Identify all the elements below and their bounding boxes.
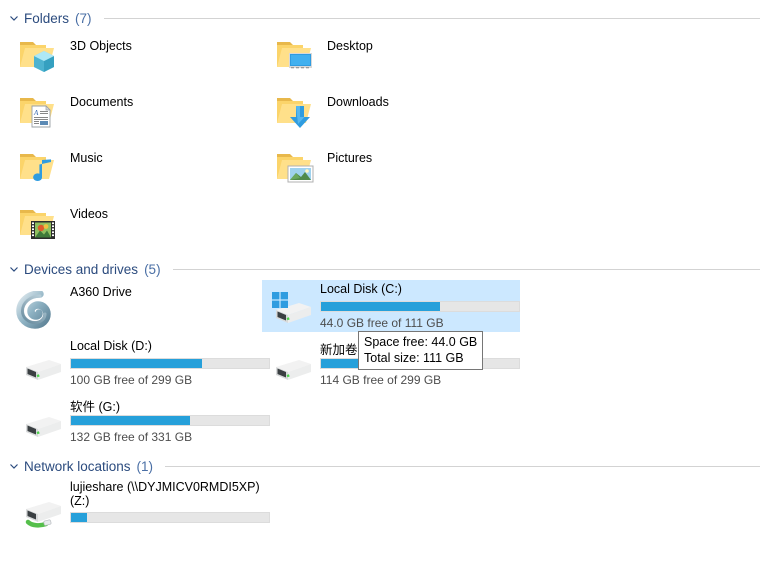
- folder-item-videos[interactable]: Videos: [18, 202, 268, 252]
- network-drive-name: lujieshare (\\DYJMICV0RMDI5XP) (Z:): [70, 480, 260, 508]
- section-title-network: Network locations: [24, 458, 131, 474]
- section-divider-folders: [103, 17, 760, 19]
- folder-videos-icon: [20, 210, 55, 239]
- folder-label: Music: [70, 151, 103, 165]
- folder-label: Desktop: [327, 39, 373, 53]
- network-drive-capacity-bar: [70, 512, 270, 523]
- folder-label: Documents: [70, 95, 134, 109]
- drive-tooltip: Space free: 44.0 GB Total size: 111 GB: [358, 331, 484, 370]
- drive-item-local-disk-d[interactable]: Local Disk (D:) 100 GB free of 299 GB: [12, 337, 270, 389]
- drive-capacity-bar: [320, 301, 520, 312]
- windows-drive-icon: [272, 292, 311, 323]
- section-count-network: (1): [136, 458, 154, 474]
- folder-desktop-icon: [277, 42, 312, 69]
- section-header-network[interactable]: Network locations (1): [8, 456, 760, 476]
- chevron-down-icon[interactable]: [8, 12, 20, 24]
- drive-capacity-fill: [71, 416, 190, 425]
- section-header-devices[interactable]: Devices and drives (5): [8, 259, 760, 279]
- chevron-down-icon[interactable]: [8, 460, 20, 472]
- drive-item-a360[interactable]: A360 Drive: [12, 283, 270, 335]
- section-count-devices: (5): [144, 261, 161, 277]
- section-divider-devices: [172, 268, 760, 270]
- folder-label: Downloads: [327, 95, 389, 109]
- drive-capacity-fill: [321, 302, 440, 311]
- network-drive-item-lujieshare[interactable]: lujieshare (\\DYJMICV0RMDI5XP) (Z:): [12, 480, 282, 537]
- folder-music-icon: [20, 154, 54, 181]
- drive-name: 软件 (G:): [70, 400, 120, 414]
- folder-item-pictures[interactable]: Pictures: [275, 146, 525, 196]
- folder-item-documents[interactable]: A Documents: [18, 90, 268, 140]
- svg-text:A: A: [33, 109, 39, 117]
- drive-capacity-bar: [70, 415, 270, 426]
- drive-capacity-bar: [70, 358, 270, 369]
- folder-downloads-icon: [277, 98, 311, 128]
- folder-3d-objects-icon: [20, 42, 54, 72]
- folder-label: Pictures: [327, 151, 373, 165]
- hard-drive-icon: [276, 360, 311, 380]
- section-title-folders: Folders: [24, 10, 70, 26]
- drive-capacity-text: 114 GB free of 299 GB: [320, 373, 442, 387]
- folder-documents-icon: A: [20, 98, 54, 128]
- folder-item-3d-objects[interactable]: 3D Objects: [18, 34, 268, 84]
- hard-drive-icon: [26, 360, 61, 380]
- section-title-devices: Devices and drives: [24, 261, 139, 277]
- hard-drive-icon: [26, 417, 61, 437]
- folder-label: 3D Objects: [70, 39, 132, 53]
- drive-capacity-text: 132 GB free of 331 GB: [70, 430, 193, 444]
- drive-name: 新加卷: [320, 343, 358, 357]
- network-drive-capacity-fill: [71, 513, 87, 522]
- drive-name: Local Disk (D:): [70, 339, 152, 353]
- section-divider-network: [165, 465, 760, 467]
- drive-capacity-text: 44.0 GB free of 111 GB: [320, 316, 444, 330]
- a360-drive-icon: [16, 291, 51, 329]
- folder-pictures-icon: [277, 154, 314, 183]
- drive-item-software-g[interactable]: 软件 (G:) 132 GB free of 331 GB: [12, 394, 270, 446]
- tooltip-space-free: Space free: 44.0 GB: [364, 335, 478, 349]
- section-count-folders: (7): [75, 10, 92, 26]
- drive-name: Local Disk (C:): [320, 282, 402, 296]
- folder-item-desktop[interactable]: Desktop: [275, 34, 525, 84]
- section-header-folders[interactable]: Folders (7): [8, 8, 760, 28]
- drive-capacity-text: 100 GB free of 299 GB: [70, 373, 193, 387]
- folder-item-music[interactable]: Music: [18, 146, 268, 196]
- network-drive-icon: [25, 502, 61, 528]
- tooltip-total-size: Total size: 111 GB: [364, 351, 464, 365]
- drive-name: A360 Drive: [70, 285, 132, 299]
- folder-item-downloads[interactable]: Downloads: [275, 90, 525, 140]
- folder-label: Videos: [70, 207, 108, 221]
- drive-capacity-fill: [71, 359, 202, 368]
- chevron-down-icon[interactable]: [8, 263, 20, 275]
- drive-item-local-disk-c[interactable]: Local Disk (C:) 44.0 GB free of 111 GB: [262, 280, 520, 332]
